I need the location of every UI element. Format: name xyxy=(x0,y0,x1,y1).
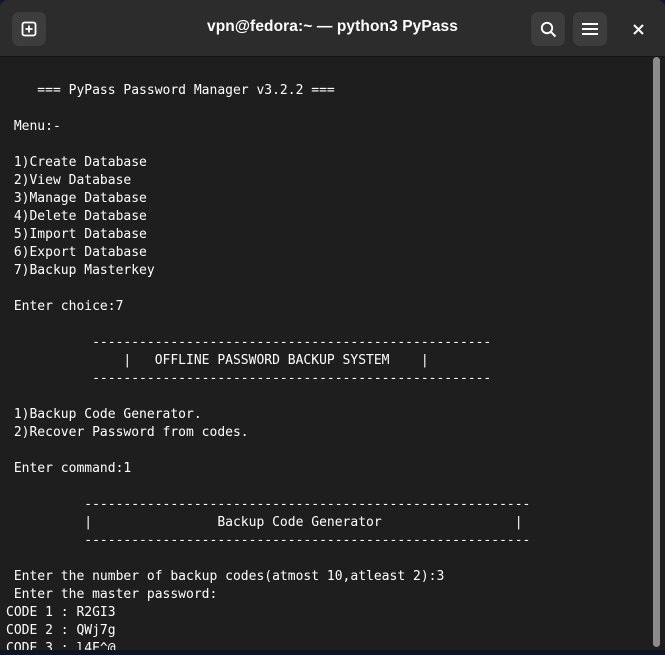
terminal-line: Enter the number of backup codes(atmost … xyxy=(6,569,445,584)
terminal-line: 7)Backup Masterkey xyxy=(6,263,155,278)
terminal-line: ----------------------------------------… xyxy=(6,497,531,512)
terminal-line: 2)View Database xyxy=(6,173,132,188)
terminal-line: 4)Delete Database xyxy=(6,209,147,224)
scrollbar-thumb[interactable] xyxy=(653,57,660,647)
terminal-line: Menu:- xyxy=(6,119,61,134)
terminal-line: 1)Create Database xyxy=(6,155,147,170)
terminal-output[interactable]: === PyPass Password Manager v3.2.2 === M… xyxy=(0,57,650,650)
close-button[interactable] xyxy=(621,12,655,46)
terminal-line: | OFFLINE PASSWORD BACKUP SYSTEM | xyxy=(6,353,429,368)
terminal-line: 2)Recover Password from codes. xyxy=(6,425,249,440)
terminal-line: | Backup Code Generator | xyxy=(6,515,523,530)
terminal-line: CODE 2 : QWj7g xyxy=(6,623,116,638)
desktop-background xyxy=(0,650,665,655)
terminal-line: ----------------------------------------… xyxy=(6,533,531,548)
terminal-line: ----------------------------------------… xyxy=(6,335,492,350)
terminal-line: === PyPass Password Manager v3.2.2 === xyxy=(6,83,335,98)
terminal-line: Enter command:1 xyxy=(6,461,132,476)
terminal-line: 6)Export Database xyxy=(6,245,147,260)
terminal-line: CODE 1 : R2GI3 xyxy=(6,605,116,620)
terminal-line: Enter choice:7 xyxy=(6,299,124,314)
terminal-line: 3)Manage Database xyxy=(6,191,147,206)
terminal-window: vpn@fedora:~ — python3 PyPass === PyPass… xyxy=(0,0,665,650)
hamburger-menu-icon xyxy=(582,23,598,35)
terminal-line: Enter the master password: xyxy=(6,587,218,602)
menu-button[interactable] xyxy=(573,12,607,46)
titlebar: vpn@fedora:~ — python3 PyPass xyxy=(0,0,665,57)
terminal-line: 5)Import Database xyxy=(6,227,147,242)
terminal-line: 1)Backup Code Generator. xyxy=(6,407,202,422)
search-icon xyxy=(540,21,556,37)
window-title: vpn@fedora:~ — python3 PyPass xyxy=(206,18,458,35)
terminal-line: CODE 3 : l4E^@ xyxy=(6,641,116,650)
terminal-line: ----------------------------------------… xyxy=(6,371,492,386)
search-button[interactable] xyxy=(531,12,565,46)
scrollbar[interactable] xyxy=(650,57,665,650)
close-icon xyxy=(632,23,644,35)
